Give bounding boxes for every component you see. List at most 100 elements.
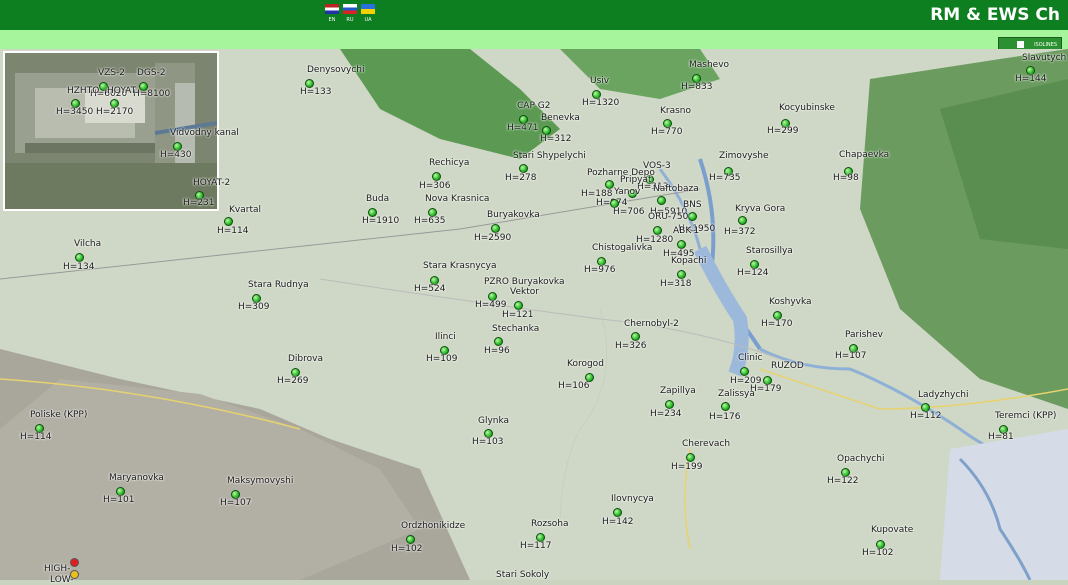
- station-name-label: ORU-750: [648, 212, 689, 222]
- station-value-label: H=133: [300, 87, 332, 97]
- station-value-label: H=524: [414, 284, 446, 294]
- station-name-label: Chernobyl-2: [624, 319, 679, 329]
- station-value-label: H=96: [484, 346, 510, 356]
- station-value-label: H=312: [540, 134, 572, 144]
- station-name-label: Krasno: [660, 106, 692, 116]
- station-name-label: Buryakovka: [487, 210, 540, 220]
- station-name-label: BNS: [683, 200, 702, 210]
- station-name-label: RUZOD: [771, 361, 804, 371]
- flag-ua-label: UA: [364, 17, 372, 23]
- station-marker-icon[interactable]: [677, 270, 686, 279]
- station-name-label: Maryanovka: [109, 473, 164, 483]
- station-name-label: Buda: [366, 194, 390, 204]
- station-value-label: H=103: [472, 437, 504, 447]
- station-name-label: Ilinci: [435, 332, 456, 342]
- station-name-label: Parishev: [845, 330, 883, 340]
- station-name-label: Stara Rudnya: [248, 280, 309, 290]
- legend-high-icon: [70, 558, 79, 567]
- inset-station-value-label: H=231: [183, 198, 215, 208]
- legend-low-icon: [70, 570, 79, 579]
- inset-station-value-label: H=3450: [56, 107, 94, 117]
- station-marker-icon[interactable]: [406, 535, 415, 544]
- station-marker-icon[interactable]: [514, 301, 523, 310]
- station-value-label: H=101: [103, 495, 135, 505]
- station-marker-icon[interactable]: [75, 253, 84, 262]
- station-name-label: PZRO Buryakovka: [484, 277, 565, 287]
- station-value-label: H=117: [520, 541, 552, 551]
- station-value-label: H=318: [660, 279, 692, 289]
- station-marker-icon[interactable]: [688, 212, 697, 221]
- header-bar: EN RU UA RM & EWS Ch: [0, 0, 1068, 30]
- station-marker-icon[interactable]: [653, 226, 662, 235]
- station-value-label: H=107: [220, 498, 252, 508]
- station-value-label: H=122: [827, 476, 859, 486]
- station-name-label: Benevka: [541, 113, 580, 123]
- station-name-label: Kryva Gora: [735, 204, 786, 214]
- station-value-label: H=121: [502, 310, 534, 320]
- station-value-label: H=109: [426, 354, 458, 364]
- station-marker-icon[interactable]: [740, 367, 749, 376]
- station-value-label: H=170: [761, 319, 793, 329]
- inset-station-name-label: HZHTO: [67, 86, 100, 96]
- legend-high-label: HIGH-: [44, 564, 71, 574]
- inset-station-name-label: VZS-2: [98, 68, 126, 78]
- station-name-label: Stechanka: [492, 324, 540, 334]
- station-value-label: H=98: [833, 173, 859, 183]
- flag-en-label: EN: [328, 17, 336, 23]
- station-name-label: Glynka: [478, 416, 510, 426]
- station-marker-icon[interactable]: [613, 508, 622, 517]
- station-value-label: H=106: [558, 381, 590, 391]
- flag-ru-label: RU: [346, 17, 354, 23]
- station-marker-icon[interactable]: [665, 400, 674, 409]
- station-name-label: Rozsoha: [531, 519, 569, 529]
- station-marker-icon[interactable]: [491, 224, 500, 233]
- station-name-label: Ordzhonikidze: [401, 521, 466, 531]
- station-name-label: Mashevo: [689, 60, 730, 70]
- station-marker-icon[interactable]: [494, 337, 503, 346]
- station-value-label: H=234: [650, 409, 682, 419]
- station-name-label: Zapillya: [660, 386, 696, 396]
- station-name-label: Kopachi: [671, 256, 707, 266]
- inset-station-value-label: H=8100: [133, 89, 171, 99]
- station-marker-icon[interactable]: [631, 332, 640, 341]
- flag-ua-icon[interactable]: [361, 4, 375, 14]
- station-marker-icon[interactable]: [657, 196, 666, 205]
- station-value-label: H=269: [277, 376, 309, 386]
- station-value-label: H=770: [651, 127, 683, 137]
- station-name-label: Vektor: [510, 287, 539, 297]
- station-name-label: Chistogalivka: [592, 243, 653, 253]
- station-marker-icon[interactable]: [432, 172, 441, 181]
- station-name-label: Nova Krasnica: [425, 194, 490, 204]
- station-value-label: H=635: [414, 216, 446, 226]
- station-value-label: H=114: [217, 226, 249, 236]
- station-name-label: Chapaevka: [839, 150, 890, 160]
- station-marker-icon[interactable]: [224, 217, 233, 226]
- station-name-label: Pripyat: [620, 175, 652, 185]
- station-name-label: Koshyvka: [769, 297, 812, 307]
- station-value-label: H=114: [20, 432, 52, 442]
- station-name-label: Starosillya: [746, 246, 793, 256]
- inset-station-name-label: DGS-2: [137, 68, 166, 78]
- station-name-label: Zimovyshe: [719, 151, 769, 161]
- station-name-label: Opachychi: [837, 454, 885, 464]
- station-name-label: Stari Sokoly: [496, 570, 550, 580]
- flag-ru-icon[interactable]: [343, 4, 357, 14]
- station-value-label: H=372: [724, 227, 756, 237]
- station-marker-icon[interactable]: [721, 402, 730, 411]
- station-name-label: Naftobaza: [653, 184, 699, 194]
- checkbox-icon[interactable]: [1017, 41, 1024, 48]
- station-name-label: Stari Shypelychi: [513, 151, 586, 161]
- station-name-label: Usiv: [590, 76, 610, 86]
- station-value-label: H=2590: [474, 233, 512, 243]
- flag-en-icon[interactable]: [325, 4, 339, 14]
- station-marker-icon[interactable]: [605, 180, 614, 189]
- station-marker-icon[interactable]: [738, 216, 747, 225]
- station-name-label: Maksymovyshi: [227, 476, 294, 486]
- station-value-label: H=706: [613, 207, 645, 217]
- station-marker-icon[interactable]: [519, 164, 528, 173]
- station-value-label: H=134: [63, 262, 95, 272]
- station-marker-icon[interactable]: [677, 240, 686, 249]
- station-name-label: Slavutych: [1022, 53, 1067, 63]
- station-marker-icon[interactable]: [686, 453, 695, 462]
- inset-station-value-label: H=2170: [96, 107, 134, 117]
